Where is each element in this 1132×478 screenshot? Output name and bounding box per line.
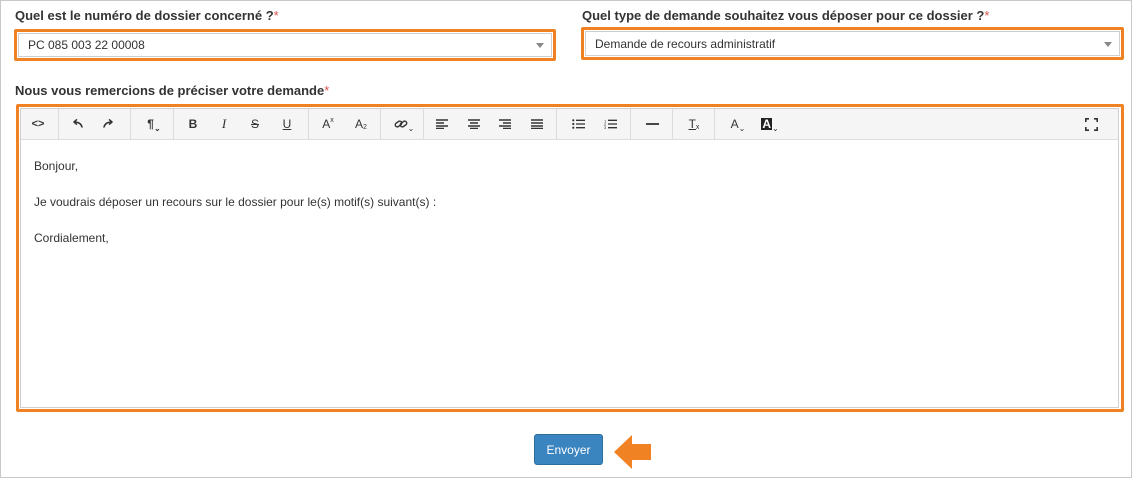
- superscript-icon: A: [322, 117, 331, 131]
- required-mark: *: [324, 83, 330, 98]
- toolbar-separator: [714, 109, 715, 140]
- numbered-list-icon: 123: [604, 119, 617, 129]
- required-mark: *: [273, 8, 279, 23]
- background-color-icon: A: [761, 117, 772, 131]
- dropdown-caret-icon: ⌄: [153, 123, 161, 133]
- code-view-icon: <>: [31, 118, 45, 130]
- redo-icon: [103, 119, 113, 128]
- toolbar-separator: [308, 109, 309, 140]
- toolbar-separator: [630, 109, 631, 140]
- italic-icon: I: [221, 116, 227, 131]
- toolbar-separator: [173, 109, 174, 140]
- align-justify-icon: [531, 119, 543, 129]
- rich-text-editor: <> ¶ ⌄ B I S U Ax A2 ⌄ 1 2 3 T x A ⌄ A ⌄…: [20, 108, 1119, 408]
- code-view-button[interactable]: <>: [25, 113, 51, 135]
- fullscreen-icon: [1084, 117, 1098, 131]
- subscript-icon: A: [355, 117, 364, 131]
- submit-button-label: Envoyer: [546, 442, 591, 457]
- bold-button[interactable]: B: [182, 113, 204, 135]
- chevron-down-icon: [536, 43, 544, 48]
- align-right-icon: [499, 119, 511, 129]
- arrow-left-icon: [614, 435, 651, 469]
- underline-button[interactable]: U: [276, 113, 298, 135]
- bold-icon: B: [188, 117, 198, 131]
- dossier-select[interactable]: PC 085 003 22 00008: [18, 33, 552, 57]
- submit-button[interactable]: Envoyer: [534, 434, 603, 465]
- dropdown-caret-icon: ⌄: [407, 123, 415, 133]
- subscript-mark: 2: [363, 124, 367, 131]
- fullscreen-button[interactable]: [1079, 113, 1103, 135]
- editor-line: Je voudrais déposer un recours sur le do…: [34, 195, 437, 209]
- underline-icon: U: [282, 117, 292, 131]
- align-justify-button[interactable]: [526, 113, 548, 135]
- toolbar-separator: [672, 109, 673, 140]
- message-label-text: Nous vous remercions de préciser votre d…: [15, 83, 325, 98]
- chevron-down-icon: [1104, 41, 1112, 47]
- superscript-button[interactable]: Ax: [317, 113, 339, 135]
- font-color-dropdown[interactable]: A ⌄: [724, 113, 752, 135]
- message-label: Nous vous remercions de préciser votre d…: [15, 83, 329, 98]
- link-dropdown[interactable]: ⌄: [389, 113, 419, 135]
- horizontal-rule-icon: [645, 123, 659, 125]
- demand-type-label: Quel type de demande souhaitez vous dépo…: [582, 8, 989, 23]
- toolbar-separator: [380, 109, 381, 140]
- italic-button[interactable]: I: [213, 113, 235, 135]
- editor-line: Bonjour,: [34, 159, 79, 173]
- superscript-mark: x: [330, 117, 334, 124]
- dossier-label: Quel est le numéro de dossier concerné ?…: [15, 8, 279, 23]
- font-color-icon: A: [730, 117, 739, 131]
- editor-line: Cordialement,: [34, 231, 109, 245]
- clear-format-button[interactable]: Tx: [683, 113, 705, 135]
- toolbar-separator: [556, 109, 557, 140]
- svg-text:3: 3: [604, 125, 607, 129]
- bullet-list-icon: [571, 119, 585, 129]
- paragraph-dropdown[interactable]: ¶ ⌄: [140, 113, 168, 135]
- dropdown-caret-icon: ⌄: [738, 123, 746, 133]
- demand-type-select[interactable]: Demande de recours administratif: [585, 31, 1120, 56]
- undo-icon: [73, 119, 83, 128]
- align-right-button[interactable]: [494, 113, 516, 135]
- subscript-button[interactable]: A2: [350, 113, 372, 135]
- horizontal-rule-button[interactable]: [640, 113, 664, 135]
- align-left-icon: [436, 119, 448, 129]
- toolbar-separator: [58, 109, 59, 140]
- align-left-button[interactable]: [431, 113, 453, 135]
- align-center-button[interactable]: [463, 113, 485, 135]
- undo-button[interactable]: [65, 113, 89, 135]
- redo-button[interactable]: [97, 113, 121, 135]
- numbered-list-button[interactable]: 123: [599, 113, 621, 135]
- background-color-dropdown[interactable]: A ⌄: [756, 113, 784, 135]
- dossier-select-value: PC 085 003 22 00008: [28, 38, 145, 52]
- toolbar-separator: [423, 109, 424, 140]
- link-icon: [394, 120, 408, 128]
- strikethrough-icon: S: [250, 117, 259, 131]
- demand-type-select-value: Demande de recours administratif: [595, 36, 776, 51]
- toolbar-separator: [130, 109, 131, 140]
- editor-content[interactable]: Bonjour, Je voudrais déposer un recours …: [21, 141, 1118, 407]
- strikethrough-button[interactable]: S: [244, 113, 266, 135]
- bullet-list-button[interactable]: [567, 113, 589, 135]
- required-mark: *: [984, 8, 990, 23]
- demand-type-label-text: Quel type de demande souhaitez vous dépo…: [582, 8, 985, 23]
- align-center-icon: [468, 119, 480, 129]
- paragraph-icon: ¶: [147, 117, 154, 131]
- dossier-label-text: Quel est le numéro de dossier concerné ?: [15, 8, 274, 23]
- editor-toolbar: <> ¶ ⌄ B I S U Ax A2 ⌄ 1 2 3 T x A ⌄ A ⌄: [21, 109, 1118, 140]
- clear-format-icon: T: [688, 117, 696, 131]
- clear-format-mark: x: [695, 124, 700, 131]
- dropdown-caret-icon: ⌄: [771, 123, 779, 133]
